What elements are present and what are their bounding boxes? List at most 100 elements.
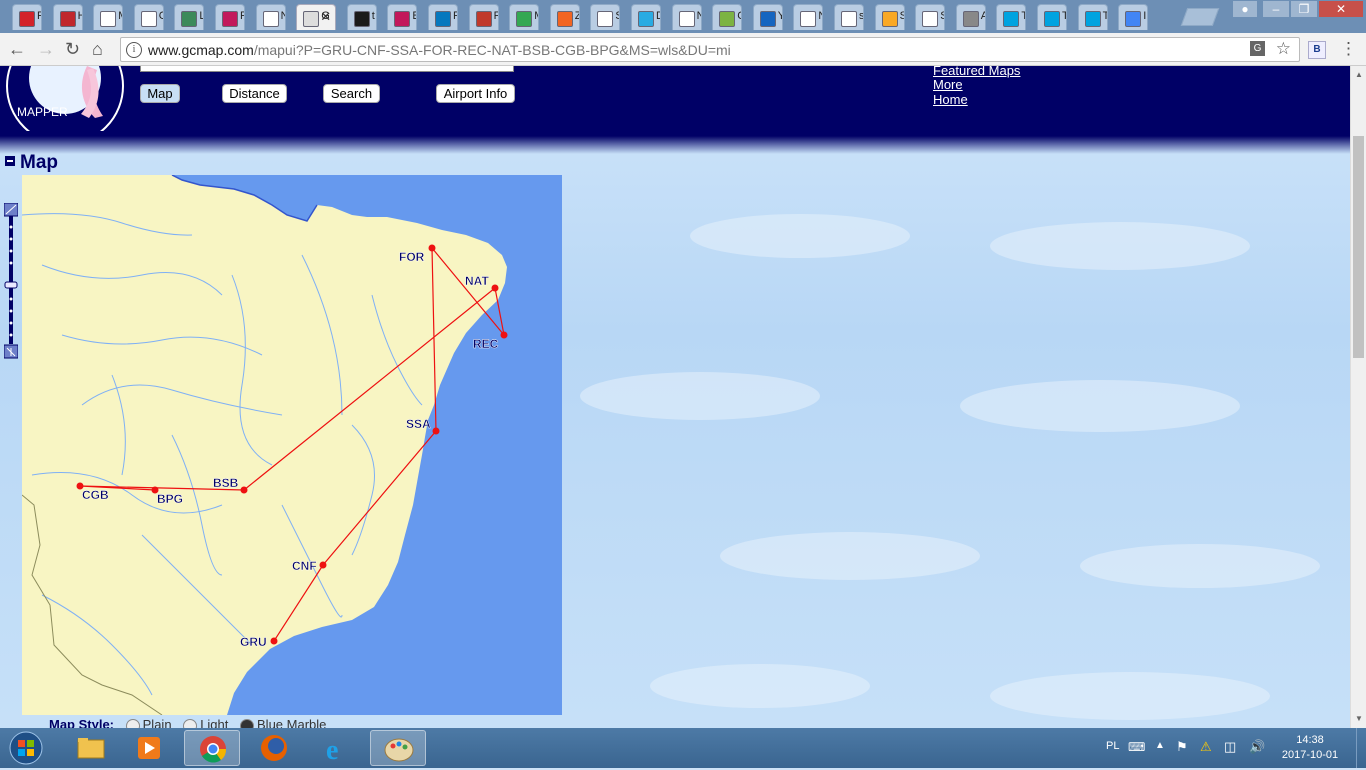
info-icon[interactable]: i xyxy=(126,42,142,58)
browser-tab[interactable]: I xyxy=(1118,4,1149,30)
browser-tab[interactable]: A xyxy=(955,4,986,30)
browser-tab[interactable]: F xyxy=(468,4,499,30)
home-icon[interactable]: ⌂ xyxy=(92,39,103,60)
radio-icon[interactable] xyxy=(183,718,198,728)
browser-tab[interactable]: Y xyxy=(752,4,783,30)
style-option-blue-marble[interactable]: Blue Marble xyxy=(240,717,326,728)
radio-icon[interactable] xyxy=(240,718,255,728)
airport-marker-nat[interactable] xyxy=(491,284,499,292)
browser-tab[interactable]: F xyxy=(12,4,42,30)
page-icon xyxy=(841,11,857,27)
restore-button[interactable]: ❐ xyxy=(1290,0,1318,18)
zoom-slider[interactable] xyxy=(4,203,18,359)
a-icon xyxy=(556,11,573,27)
browser-tab[interactable]: M xyxy=(93,4,124,30)
radio-icon[interactable] xyxy=(125,718,140,728)
browser-tab[interactable]: T xyxy=(1037,4,1067,30)
firefox-icon[interactable] xyxy=(246,730,302,766)
airport-marker-cnf[interactable] xyxy=(319,561,327,569)
scroll-down-icon[interactable]: ▼ xyxy=(1355,714,1363,723)
airport-marker-for[interactable] xyxy=(428,244,436,252)
distance-button[interactable]: Distance xyxy=(222,84,287,103)
translate-icon[interactable]: G xyxy=(1250,41,1265,56)
page-icon xyxy=(678,11,695,27)
browser-tab[interactable]: T xyxy=(996,4,1027,30)
style-option-plain[interactable]: Plain xyxy=(125,717,172,728)
back-icon[interactable]: ← xyxy=(8,39,26,60)
close-tab-icon[interactable]: ✕ xyxy=(320,9,331,25)
warning-icon[interactable]: ⚠ xyxy=(1200,739,1212,755)
extension-icon[interactable]: B xyxy=(1308,41,1326,59)
scroll-thumb[interactable] xyxy=(1353,136,1364,358)
browser-tab[interactable]: L xyxy=(174,4,205,30)
svg-text:e: e xyxy=(326,735,338,766)
browser-tab[interactable]: F xyxy=(215,4,245,30)
language-indicator[interactable]: PL xyxy=(1106,740,1119,752)
browser-tab[interactable]: S xyxy=(874,4,905,30)
close-window-button[interactable]: ✕ xyxy=(1318,0,1364,18)
browser-tab[interactable]: T xyxy=(1077,4,1108,30)
plane-icon xyxy=(394,11,411,27)
tray-expand-icon[interactable]: ▲ xyxy=(1155,740,1165,751)
browser-tab[interactable]: Z xyxy=(549,4,580,30)
browser-tab[interactable]: G ✕ xyxy=(296,4,337,30)
show-desktop-button[interactable] xyxy=(1356,728,1366,768)
browser-tab[interactable]: M xyxy=(509,4,540,30)
chrome-icon[interactable] xyxy=(184,730,240,766)
tab-title: L xyxy=(199,10,203,22)
minimize-button[interactable]: – xyxy=(1262,0,1290,18)
action-center-flag-icon[interactable]: ⚑ xyxy=(1176,739,1188,755)
user-icon[interactable]: ● xyxy=(1232,0,1258,18)
browser-tab[interactable]: N xyxy=(255,4,286,30)
page-scrollbar[interactable]: ▲ ▼ xyxy=(1350,66,1366,728)
route-map[interactable]: GRU CNF SSA FOR REC NAT BSB CGB BPG xyxy=(22,175,562,715)
forward-icon[interactable]: → xyxy=(37,39,55,60)
bookmark-star-icon[interactable]: ☆ xyxy=(1276,39,1291,59)
collapse-icon[interactable] xyxy=(5,155,15,166)
start-button[interactable] xyxy=(4,730,48,766)
tab-title: A xyxy=(981,10,985,22)
browser-tab[interactable]: C xyxy=(133,4,164,30)
ie-icon[interactable]: e xyxy=(308,730,364,766)
airport-info-button[interactable]: Airport Info xyxy=(436,84,515,103)
reload-icon[interactable]: ↻ xyxy=(65,39,80,60)
browser-tab[interactable]: S xyxy=(590,4,621,30)
airport-marker-ssa[interactable] xyxy=(432,427,440,435)
address-bar[interactable]: i www.gcmap.com/mapui?P=GRU-CNF-SSA-FOR-… xyxy=(120,37,1300,62)
browser-tab[interactable]: F xyxy=(428,4,458,30)
network-icon[interactable]: ◫ xyxy=(1224,739,1236,755)
airport-marker-bsb[interactable] xyxy=(240,486,248,494)
map-section-heading[interactable]: Map xyxy=(5,152,58,174)
map-button[interactable]: Map xyxy=(140,84,180,103)
airport-marker-gru[interactable] xyxy=(270,637,278,645)
clock[interactable]: 14:38 2017-10-01 xyxy=(1280,733,1340,763)
new-tab-button[interactable] xyxy=(1180,8,1220,26)
airport-label-ssa: SSA xyxy=(406,417,431,431)
more-link[interactable]: More xyxy=(933,77,963,92)
wave-icon xyxy=(1003,11,1020,27)
scroll-up-icon[interactable]: ▲ xyxy=(1355,70,1363,79)
paint-icon[interactable] xyxy=(370,730,426,766)
explorer-icon[interactable] xyxy=(62,730,118,766)
keyboard-icon[interactable]: ⌨ xyxy=(1128,740,1145,754)
browser-tab[interactable]: H xyxy=(52,4,83,30)
style-option-light[interactable]: Light xyxy=(183,717,228,728)
home-link[interactable]: Home xyxy=(933,92,968,107)
browser-tab[interactable]: C xyxy=(712,4,743,30)
volume-icon[interactable]: 🔊 xyxy=(1249,739,1265,755)
media-player-icon[interactable] xyxy=(122,730,178,766)
menu-icon[interactable]: ⋮ xyxy=(1340,39,1357,59)
browser-tab[interactable]: E xyxy=(387,4,418,30)
browser-tab[interactable]: s xyxy=(834,4,864,30)
airport-marker-rec[interactable] xyxy=(500,331,508,339)
map-style-label: Map Style: xyxy=(49,717,115,728)
browser-tab[interactable]: N xyxy=(671,4,702,30)
logo-text: MAPPER xyxy=(17,105,68,119)
browser-tab[interactable]: S xyxy=(915,4,946,30)
airport-label-rec: REC xyxy=(473,337,499,351)
browser-tab[interactable]: D xyxy=(631,4,661,30)
search-button[interactable]: Search xyxy=(323,84,380,103)
route-input[interactable] xyxy=(140,66,514,72)
browser-tab[interactable]: t xyxy=(346,4,377,30)
browser-tab[interactable]: N xyxy=(793,4,824,30)
